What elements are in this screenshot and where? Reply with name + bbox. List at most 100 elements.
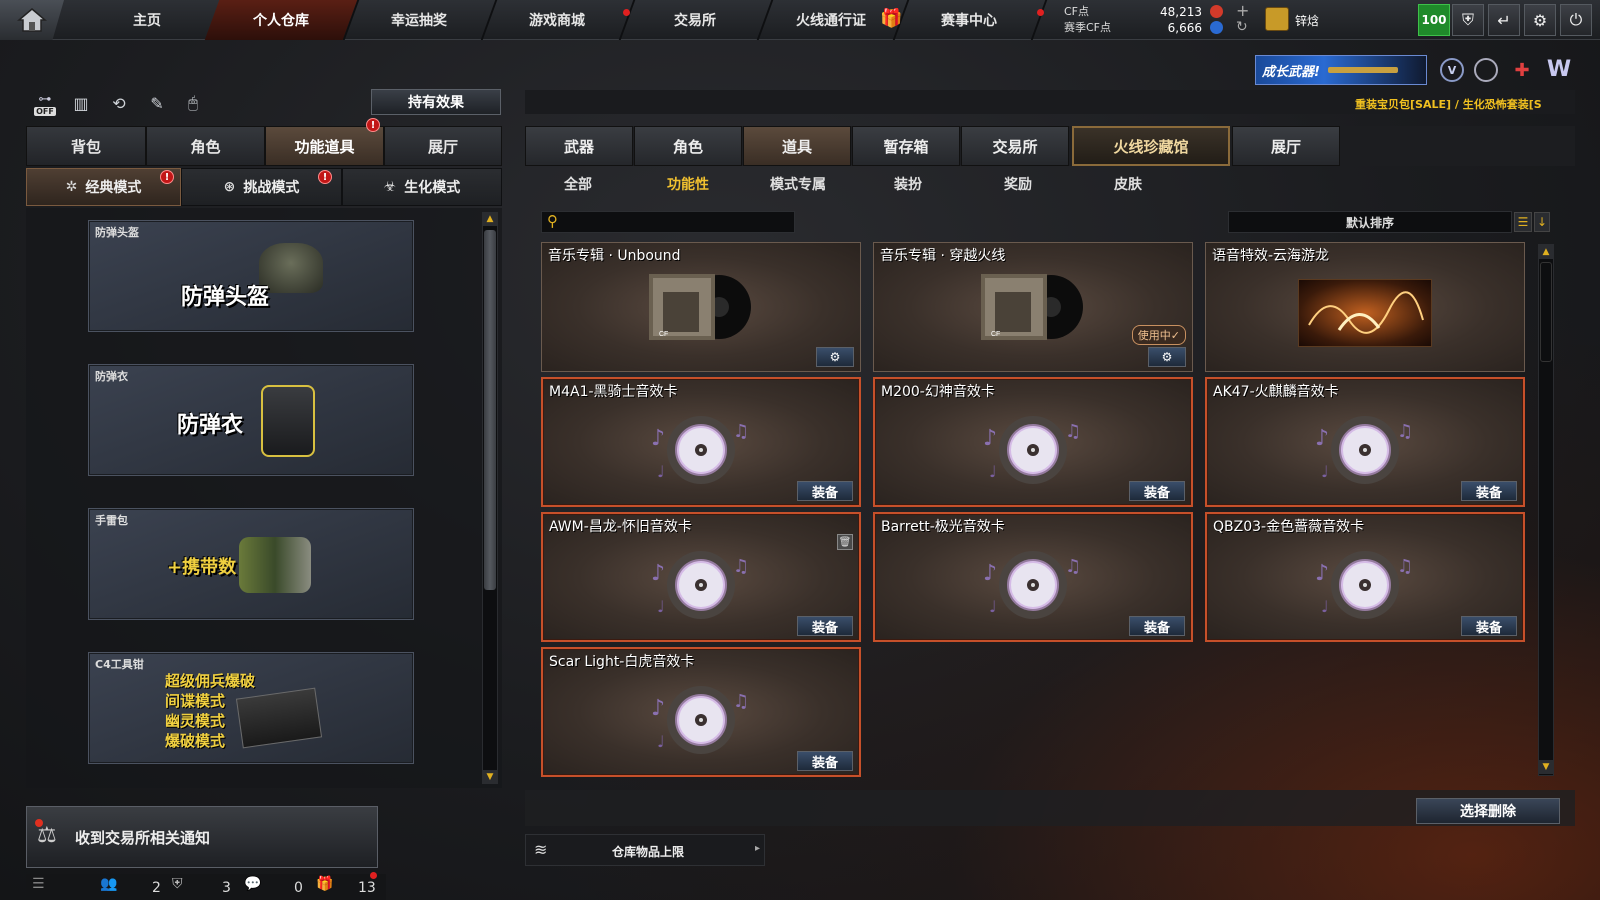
- item-card-4[interactable]: M200-幻神音效卡 ♪ ♫ ♩ 装备: [873, 377, 1193, 507]
- chat-icon[interactable]: 💬: [244, 876, 261, 892]
- item-card-1[interactable]: 音乐专辑 · 穿越火线 CF ⚙ 使用中✓: [873, 242, 1193, 372]
- svg-text:CF: CF: [659, 331, 668, 338]
- item-card-grenade[interactable]: 手雷包 +携带数: [88, 508, 414, 620]
- tab-backpack[interactable]: 背包: [26, 126, 146, 166]
- mode-zombie[interactable]: ☣ 生化模式: [342, 168, 502, 206]
- search-input[interactable]: ⚲: [541, 211, 795, 233]
- nav-label: 火线通行证: [796, 13, 866, 29]
- capacity-bar[interactable]: ≋ 仓库物品上限 ▸: [525, 834, 765, 866]
- sound-disc-icon: ♪ ♫ ♩: [651, 685, 751, 755]
- right-tab-3[interactable]: 暂存箱: [852, 126, 960, 166]
- equip-button[interactable]: 装备: [797, 616, 853, 636]
- w-emblem-icon[interactable]: W: [1544, 56, 1574, 82]
- nav-item-3[interactable]: 游戏商城: [480, 0, 636, 40]
- nav-item-4[interactable]: 交易所: [618, 0, 774, 40]
- ranking-icon[interactable]: ▥: [68, 90, 94, 116]
- item-card-c4-tool[interactable]: C4工具钳 超级佣兵爆破 间谍模式 幽灵模式 爆破模式: [88, 652, 414, 764]
- item-card-vest[interactable]: 防弹衣 防弹衣: [88, 364, 414, 476]
- menu-icon[interactable]: ☰: [32, 876, 45, 892]
- mode-classic[interactable]: ✲ 经典模式: [26, 168, 181, 206]
- holding-effects-button[interactable]: 持有效果: [371, 89, 501, 115]
- gear-icon[interactable]: ⚙: [1524, 4, 1556, 36]
- sort-direction-icon[interactable]: ↓: [1534, 212, 1550, 232]
- right-tab-2[interactable]: 道具: [743, 126, 851, 166]
- refresh-icon[interactable]: ↻: [1236, 19, 1248, 35]
- tab-character[interactable]: 角色: [146, 126, 265, 166]
- nav-item-6[interactable]: 赛事中心: [892, 0, 1048, 40]
- right-tab-5[interactable]: 火线珍藏馆: [1072, 126, 1230, 166]
- svg-text:♫: ♫: [1065, 421, 1081, 442]
- trade-notice[interactable]: ⚖ 收到交易所相关通知: [26, 806, 378, 868]
- item-card-7[interactable]: Barrett-极光音效卡 ♪ ♫ ♩ 装备: [873, 512, 1193, 642]
- equip-button[interactable]: 装备: [1129, 616, 1185, 636]
- equip-button[interactable]: 装备: [1461, 616, 1517, 636]
- scroll-down-arrow[interactable]: ▼: [483, 770, 497, 784]
- right-tab-1[interactable]: 角色: [634, 126, 742, 166]
- item-card-6[interactable]: AWM-昌龙-怀旧音效卡 ♪ ♫ ♩ 装备 🗑: [541, 512, 861, 642]
- left-scroll-thumb[interactable]: [484, 230, 496, 590]
- spray-icon[interactable]: ✎: [144, 90, 170, 116]
- subtab-1[interactable]: 功能性: [635, 169, 741, 199]
- select-delete-button[interactable]: 选择删除: [1416, 798, 1560, 824]
- power-icon[interactable]: ⏻: [1560, 4, 1592, 36]
- gift-icon[interactable]: ✚: [1510, 58, 1534, 82]
- subtab-4[interactable]: 奖励: [965, 169, 1071, 199]
- mouse-icon[interactable]: 🖱: [180, 90, 206, 116]
- equip-button[interactable]: 装备: [1129, 481, 1185, 501]
- subtab-5[interactable]: 皮肤: [1075, 169, 1181, 199]
- scroll-up-arrow[interactable]: ▲: [1539, 245, 1553, 259]
- v-emblem-icon[interactable]: V: [1440, 58, 1464, 82]
- right-tab-6[interactable]: 展厅: [1232, 126, 1340, 166]
- svg-text:♫: ♫: [1065, 556, 1081, 577]
- item-title: 防弹衣: [177, 413, 244, 438]
- settings-gear-icon[interactable]: ⚙: [816, 347, 854, 367]
- clan-icon[interactable]: ⛨: [172, 876, 183, 892]
- scroll-up-arrow[interactable]: ▲: [483, 212, 497, 226]
- ticker-text[interactable]: 重装宝贝包[SALE] / 生化恐怖套装[S: [1355, 96, 1573, 112]
- list-view-icon[interactable]: ☰: [1514, 212, 1532, 232]
- item-card-2[interactable]: 语音特效-云海游龙: [1205, 242, 1525, 372]
- item-card-8[interactable]: QBZ03-金色蔷薇音效卡 ♪ ♫ ♩ 装备: [1205, 512, 1525, 642]
- equip-button[interactable]: 装备: [797, 751, 853, 771]
- svg-text:♫: ♫: [1397, 556, 1413, 577]
- mode-label: 生化模式: [404, 180, 461, 196]
- tab-showroom[interactable]: 展厅: [384, 126, 502, 166]
- scroll-down-arrow[interactable]: ▼: [1539, 760, 1553, 774]
- notification-dot: [1037, 9, 1044, 16]
- nav-item-0[interactable]: 主页: [70, 0, 226, 40]
- right-scroll-thumb[interactable]: [1540, 262, 1552, 362]
- username[interactable]: 锌焓: [1295, 12, 1319, 29]
- tab-functional-items[interactable]: 功能道具: [265, 126, 384, 166]
- item-card-0[interactable]: 音乐专辑 · Unbound CF ⚙: [541, 242, 861, 372]
- shield-icon[interactable]: ⛨: [1452, 4, 1484, 36]
- item-card-3[interactable]: M4A1-黑骑士音效卡 ♪ ♫ ♩ 装备: [541, 377, 861, 507]
- trash-icon[interactable]: 🗑: [837, 534, 853, 550]
- sort-dropdown[interactable]: 默认排序: [1228, 211, 1512, 233]
- return-icon[interactable]: ↵: [1488, 4, 1520, 36]
- equip-button[interactable]: 装备: [797, 481, 853, 501]
- item-card-helmet[interactable]: 防弹头盔 防弹头盔: [88, 220, 414, 332]
- globe-icon[interactable]: [1474, 58, 1498, 82]
- nav-item-2[interactable]: 幸运抽奖: [342, 0, 498, 40]
- add-currency-icon[interactable]: +: [1236, 1, 1249, 20]
- equip-button[interactable]: 装备: [1461, 481, 1517, 501]
- settings-gear-icon[interactable]: ⚙: [1148, 347, 1186, 367]
- grenade-icon: [239, 537, 311, 593]
- gift-box-icon[interactable]: 🎁: [316, 876, 333, 892]
- nav-item-1[interactable]: 个人仓库: [204, 0, 360, 40]
- subtab-2[interactable]: 模式专属: [745, 169, 851, 199]
- toggle-off-switch[interactable]: ⊶ OFF: [30, 92, 60, 120]
- subtab-3[interactable]: 装扮: [855, 169, 961, 199]
- level-badge[interactable]: 100: [1418, 4, 1450, 36]
- right-tab-4[interactable]: 交易所: [961, 126, 1069, 166]
- svg-text:♫: ♫: [1397, 421, 1413, 442]
- rifle-icon: [1327, 67, 1398, 73]
- subtab-0[interactable]: 全部: [525, 169, 631, 199]
- item-card-5[interactable]: AK47-火麒麟音效卡 ♪ ♫ ♩ 装备: [1205, 377, 1525, 507]
- friends-icon[interactable]: 👥: [100, 876, 117, 892]
- history-icon[interactable]: ⟲: [106, 90, 132, 116]
- svg-text:♪: ♪: [1315, 426, 1329, 451]
- growth-weapon-banner[interactable]: 成长武器!: [1255, 55, 1427, 85]
- item-card-9[interactable]: Scar Light-白虎音效卡 ♪ ♫ ♩ 装备: [541, 647, 861, 777]
- right-tab-0[interactable]: 武器: [525, 126, 633, 166]
